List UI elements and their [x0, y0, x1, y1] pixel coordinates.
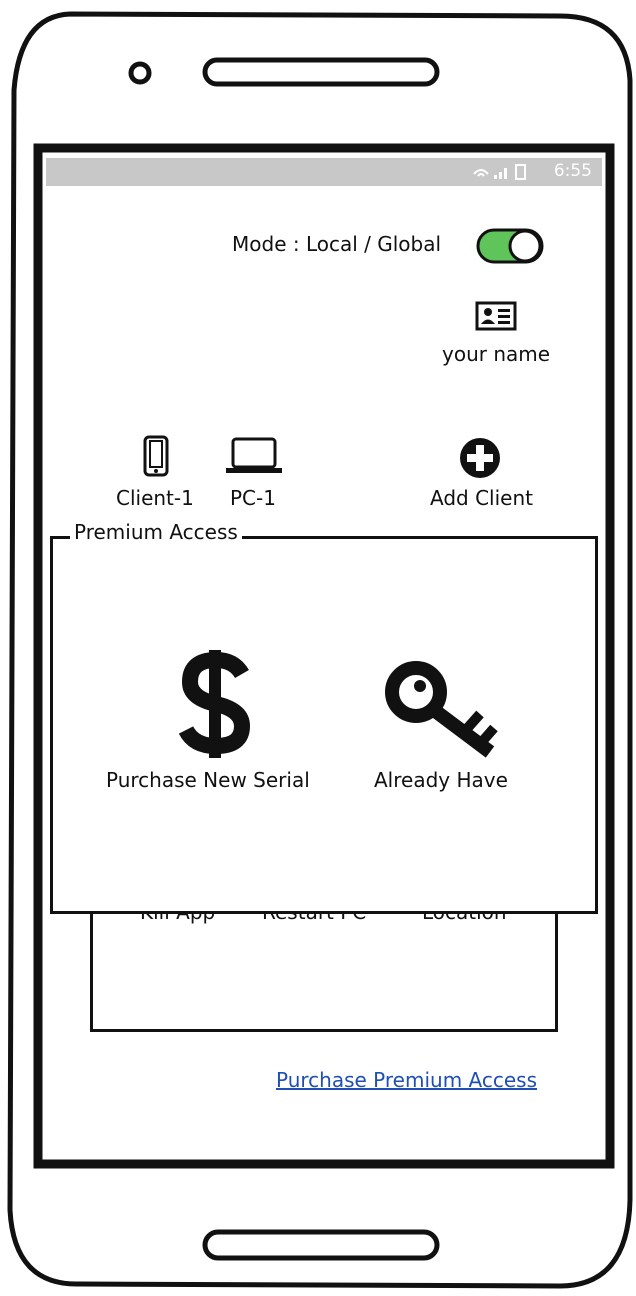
- signal-icon: [494, 168, 507, 179]
- key-icon[interactable]: [384, 660, 504, 760]
- client-label-0[interactable]: Client-1: [116, 486, 194, 510]
- premium-access-legend: Premium Access: [70, 520, 242, 544]
- already-have-label[interactable]: Already Have: [374, 768, 508, 792]
- client-label-1[interactable]: PC-1: [230, 486, 276, 510]
- user-card-icon[interactable]: [474, 300, 518, 332]
- premium-access-panel: [50, 536, 598, 914]
- phone-icon[interactable]: [142, 434, 170, 478]
- purchase-premium-link[interactable]: Purchase Premium Access: [276, 1068, 537, 1092]
- purchase-new-serial-label[interactable]: Purchase New Serial: [106, 768, 310, 792]
- camera-dot: [128, 61, 152, 85]
- add-client-icon[interactable]: [458, 436, 502, 480]
- status-time: 6:55: [553, 161, 592, 181]
- add-client-label[interactable]: Add Client: [430, 486, 533, 510]
- status-icons: [473, 164, 526, 180]
- battery-icon: [515, 164, 526, 180]
- laptop-icon[interactable]: [224, 436, 284, 476]
- mode-toggle[interactable]: [476, 227, 544, 265]
- user-name[interactable]: your name: [442, 342, 550, 366]
- mode-label: Mode : Local / Global: [232, 232, 442, 256]
- status-bar: 6:55: [46, 158, 602, 186]
- dollar-icon[interactable]: [176, 646, 256, 760]
